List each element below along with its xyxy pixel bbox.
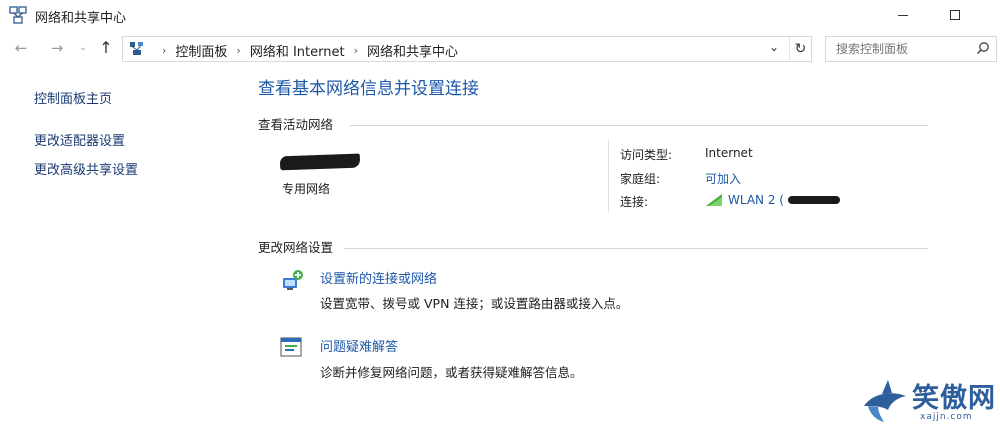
search-box[interactable]: [825, 36, 997, 62]
breadcrumb-network-internet[interactable]: 网络和 Internet: [250, 41, 345, 60]
page-title: 查看基本网络信息并设置连接: [258, 79, 479, 99]
troubleshoot-description: 诊断并修复网络问题，或者获得疑难解答信息。: [320, 365, 583, 380]
change-adapter-settings-link[interactable]: 更改适配器设置: [34, 130, 125, 149]
search-icon[interactable]: [976, 41, 990, 55]
properties-divider: [608, 140, 609, 212]
watermark: 笑傲网 xajjn.com: [860, 376, 1000, 425]
breadcrumb-separator-icon: ›: [353, 44, 358, 57]
minimize-icon: [898, 14, 908, 16]
active-networks-header: 查看活动网络: [258, 117, 334, 132]
breadcrumb-control-panel[interactable]: 控制面板: [175, 41, 227, 60]
setup-new-connection-description: 设置宽带、拨号或 VPN 连接；或设置路由器或接入点。: [320, 296, 629, 311]
address-dropdown-chevron-icon[interactable]: ⌄: [769, 40, 779, 54]
network-center-app-icon: [9, 6, 27, 24]
troubleshoot-icon: [280, 337, 302, 357]
connection-link[interactable]: WLAN 2 (: [706, 193, 840, 207]
breadcrumb-separator-icon: ›: [162, 44, 167, 57]
refresh-icon[interactable]: ↻: [789, 37, 811, 61]
breadcrumb-network-sharing-center[interactable]: 网络和共享中心: [367, 41, 458, 60]
maximize-button[interactable]: [932, 0, 978, 30]
access-type-label: 访问类型:: [620, 148, 673, 162]
network-type: 专用网络: [282, 182, 331, 196]
change-settings-header: 更改网络设置: [258, 240, 334, 255]
access-type-value: Internet: [705, 146, 753, 160]
setup-new-connection-link[interactable]: 设置新的连接或网络: [320, 268, 437, 287]
homegroup-join-link[interactable]: 可加入: [705, 170, 741, 187]
back-arrow-icon[interactable]: ←: [11, 38, 31, 58]
wifi-signal-icon: [706, 194, 722, 206]
connection-name-redacted: [787, 196, 840, 204]
homegroup-label: 家庭组:: [620, 172, 661, 186]
address-bar[interactable]: › 控制面板 › 网络和 Internet › 网络和共享中心 ⌄ ↻: [122, 36, 812, 62]
watermark-text: 笑傲网: [912, 383, 996, 414]
network-name-redacted: [279, 153, 361, 171]
breadcrumb-separator-icon: ›: [236, 44, 241, 57]
up-arrow-icon[interactable]: ↑: [96, 38, 116, 58]
section-divider: [344, 248, 928, 249]
control-panel-home-link[interactable]: 控制面板主页: [34, 88, 112, 107]
connection-label: 连接:: [620, 195, 649, 209]
maximize-icon: [950, 10, 960, 20]
search-input[interactable]: [826, 37, 966, 61]
watermark-url: xajjn.com: [920, 412, 973, 422]
recent-locations-chevron-icon[interactable]: ⌄: [76, 38, 90, 58]
new-connection-icon: [283, 270, 303, 290]
connection-name[interactable]: WLAN 2 (: [728, 193, 784, 207]
forward-arrow-icon[interactable]: →: [47, 38, 67, 58]
minimize-button[interactable]: [880, 0, 926, 30]
navigation-bar: ← → ⌄ ↑ › 控制面板 › 网络和 Internet › 网络和共享中心 …: [0, 32, 1000, 66]
window-title: 网络和共享中心: [35, 11, 127, 26]
section-divider: [350, 125, 928, 126]
left-nav-pane: 控制面板主页 更改适配器设置 更改高级共享设置: [0, 68, 240, 425]
title-bar: 网络和共享中心: [0, 0, 1000, 30]
breadcrumb: › 控制面板 › 网络和 Internet › 网络和共享中心: [153, 41, 458, 60]
control-panel-icon: [130, 42, 143, 55]
shark-logo-icon: [864, 380, 906, 422]
change-advanced-sharing-link[interactable]: 更改高级共享设置: [34, 159, 138, 178]
troubleshoot-link[interactable]: 问题疑难解答: [320, 336, 398, 355]
